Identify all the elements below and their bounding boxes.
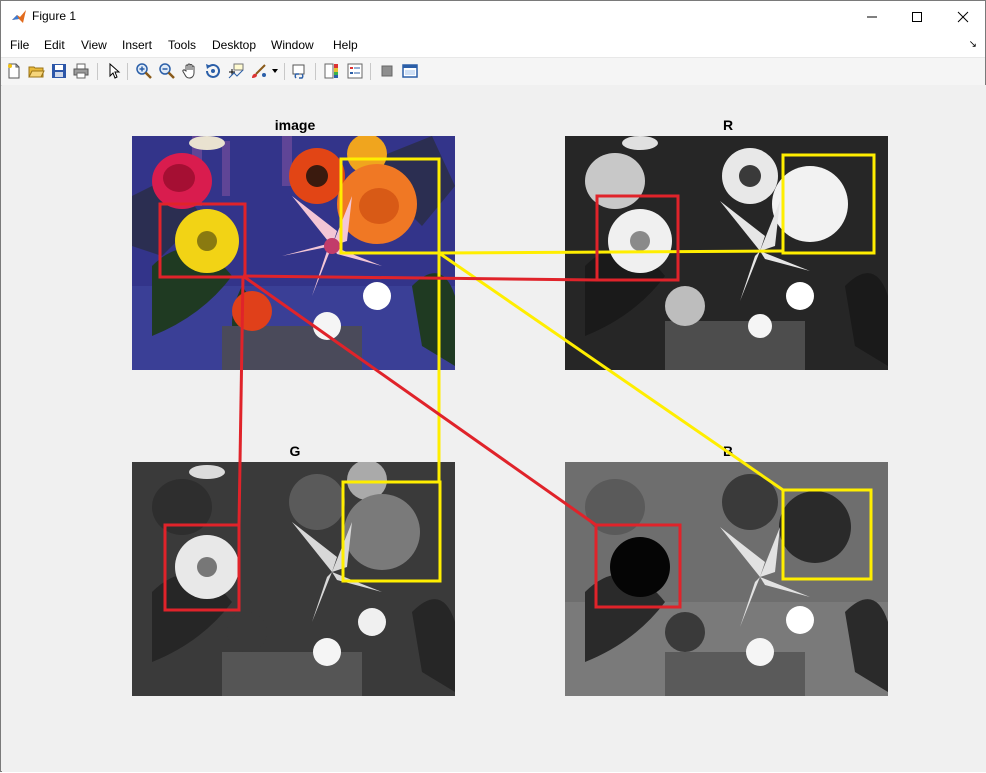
figure-window: Figure 1 File Edit View Insert Tools Des… (0, 0, 986, 772)
red-link-g (237, 275, 245, 526)
yellow-box-r (781, 153, 876, 255)
yellow-link-r (438, 249, 784, 255)
yellow-box-b (781, 488, 873, 581)
red-box-image (158, 202, 247, 279)
red-box-r (595, 194, 680, 282)
red-box-b (594, 523, 682, 609)
red-link-r (242, 274, 598, 282)
yellow-box-image (339, 157, 441, 255)
yellow-link-b (438, 251, 784, 492)
annotation-overlay (158, 153, 876, 612)
yellow-box-g (341, 480, 442, 583)
red-box-g (163, 523, 241, 612)
red-link-b (242, 274, 597, 527)
